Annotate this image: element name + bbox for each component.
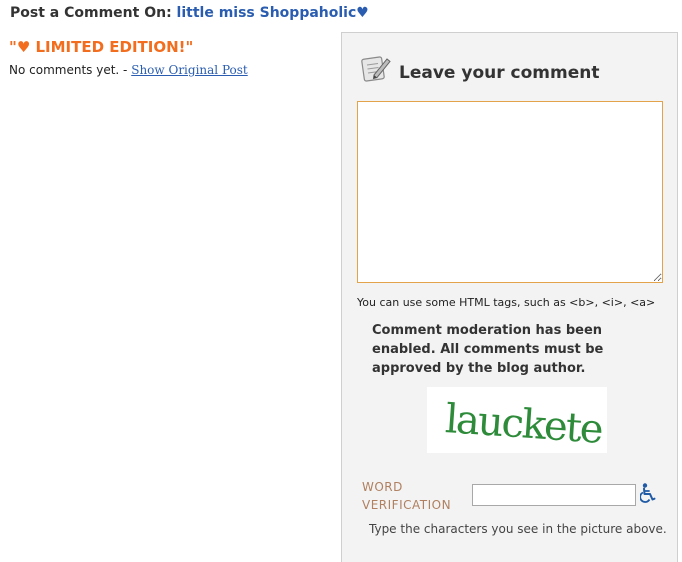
wheelchair-icon[interactable] [639,483,656,503]
svg-text:lauckete: lauckete [444,396,604,453]
post-meta: No comments yet. - Show Original Post [9,63,248,77]
word-verification-label-line2: VERIFICATION [362,498,452,512]
word-verification-input[interactable] [472,484,636,506]
html-tags-hint: You can use some HTML tags, such as <b>,… [357,296,656,309]
comment-textarea[interactable] [357,101,663,283]
page-header: Post a Comment On: little miss Shoppahol… [10,5,369,21]
separator: - [123,63,128,77]
moderation-notice: Comment moderation has been enabled. All… [372,323,604,376]
no-comments-text: No comments yet. [9,63,120,77]
post-title: "♥ LIMITED EDITION!" [9,38,194,56]
comment-panel: Leave your comment You can use some HTML… [341,32,678,562]
comment-heading: Leave your comment [399,63,600,83]
comment-panel-heading: Leave your comment [360,53,599,83]
captcha-image: lauckete [427,387,607,453]
notepad-pencil-icon [360,53,392,83]
word-verification-label-line1: WORD [362,480,403,494]
show-original-post-link[interactable]: Show Original Post [131,63,248,77]
word-verification-label: WORD VERIFICATION [362,478,462,514]
header-prefix: Post a Comment On: [10,5,172,21]
blog-name-link[interactable]: little miss Shoppaholic♥ [177,5,369,21]
word-verification-hint: Type the characters you see in the pictu… [369,522,667,536]
